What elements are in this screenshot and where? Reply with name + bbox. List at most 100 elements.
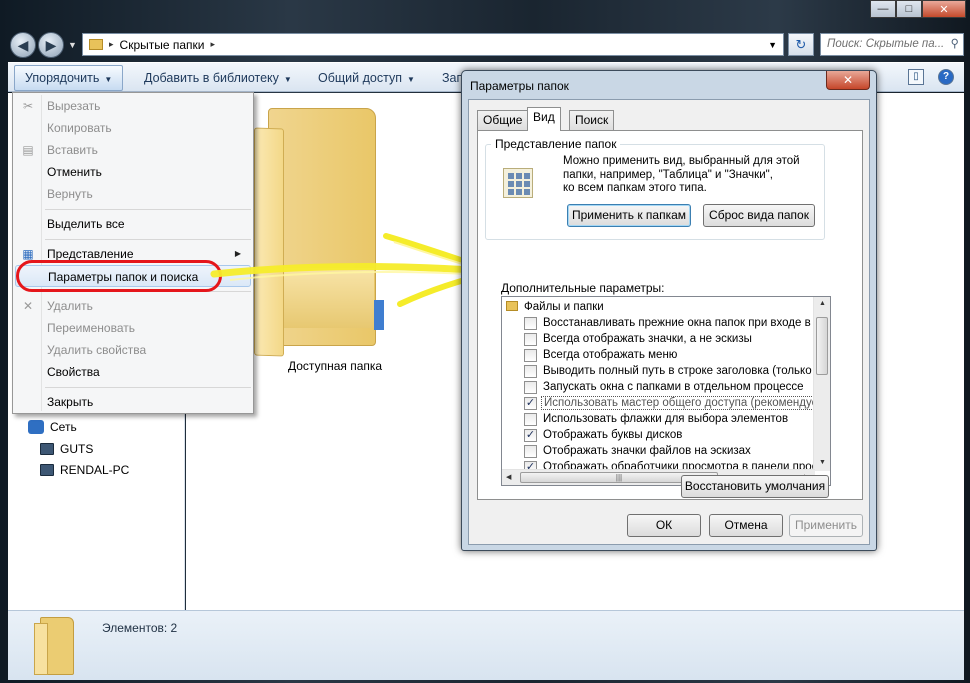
dialog-body: Общие Вид Поиск Представление папок Можн… (468, 99, 870, 545)
help-icon[interactable]: ? (938, 69, 954, 85)
option-checkbox-checked[interactable]: ✓ (524, 429, 537, 442)
details-pane: Элементов: 2 (8, 610, 964, 680)
library-label: Добавить в библиотеку (144, 71, 279, 85)
option-checkbox[interactable] (524, 413, 537, 426)
option-label: Восстанавливать прежние окна папок при в… (543, 317, 820, 329)
chevron-down-icon: ▼ (104, 75, 113, 84)
option-checkbox[interactable] (524, 445, 537, 458)
refresh-button[interactable]: ↻ (788, 33, 814, 56)
option-row[interactable]: Восстанавливать прежние окна папок при в… (524, 315, 820, 331)
option-label: Использовать флажки для выбора элементов (543, 413, 789, 425)
search-input[interactable]: Поиск: Скрытые па... ⚲ (820, 33, 964, 56)
address-row: ◀ ▶ ▼ ▸ Скрытые папки ▸ ▼ ↻ Поиск: Скрыт… (8, 30, 964, 60)
address-dropdown-icon[interactable]: ▼ (768, 40, 777, 50)
option-row[interactable]: Использовать флажки для выбора элементов (524, 411, 788, 427)
vertical-scroll-thumb[interactable] (816, 317, 828, 375)
folder-icon (34, 617, 74, 675)
clipboard-icon: ▤ (22, 143, 34, 157)
layout-icon: ▦ (22, 247, 34, 261)
minimize-button[interactable]: — (870, 0, 896, 18)
cancel-button[interactable]: Отмена (709, 514, 783, 537)
menu-item-copy[interactable]: Копировать (15, 117, 251, 139)
menu-item-undo[interactable]: Отменить (15, 161, 251, 183)
share-label: Общий доступ (318, 71, 402, 85)
apply-to-folders-button[interactable]: Применить к папкам (567, 204, 691, 227)
tree-root-label: Файлы и папки (524, 301, 604, 313)
menu-item-paste[interactable]: ▤ Вставить (15, 139, 251, 161)
back-button[interactable]: ◀ (10, 32, 36, 58)
folder-icon (506, 301, 518, 311)
reset-folders-button[interactable]: Сброс вида папок (703, 204, 815, 227)
organize-label: Упорядочить (25, 71, 100, 85)
menu-item-cut[interactable]: ✂ Вырезать (15, 95, 251, 117)
tree-root-item[interactable]: Файлы и папки (506, 299, 604, 315)
nav-item-network[interactable]: Сеть (28, 420, 77, 434)
menu-item-label: Удалить свойства (47, 343, 147, 357)
option-row[interactable]: Выводить полный путь в строке заголовка … (524, 363, 822, 379)
recent-pages-dropdown[interactable]: ▼ (68, 40, 77, 50)
menu-item-label: Выделить все (47, 217, 125, 231)
option-label: Всегда отображать меню (543, 349, 678, 361)
option-checkbox[interactable] (524, 333, 537, 346)
option-checkbox[interactable] (524, 317, 537, 330)
nav-pc-label: GUTS (60, 442, 94, 456)
nav-item-pc[interactable]: GUTS (40, 442, 93, 456)
advanced-settings-label: Дополнительные параметры: (501, 281, 665, 295)
tab-general[interactable]: Общие (477, 110, 529, 130)
nav-pc-label: RENDAL-PC (60, 463, 130, 477)
option-row-selected[interactable]: ✓ Использовать мастер общего доступа (рек… (524, 395, 830, 411)
search-placeholder: Поиск: Скрытые па... (827, 38, 945, 50)
option-row[interactable]: Всегда отображать значки, а не эскизы (524, 331, 752, 347)
apply-button[interactable]: Применить (789, 514, 863, 537)
option-checkbox-checked[interactable]: ✓ (524, 397, 537, 410)
menu-item-close[interactable]: Закрыть (15, 391, 251, 413)
option-row[interactable]: ✓ Отображать буквы дисков (524, 427, 682, 443)
menu-separator (45, 387, 251, 388)
advanced-settings-list[interactable]: Файлы и папки Восстанавливать прежние ок… (501, 296, 831, 486)
menu-item-rename[interactable]: Переименовать (15, 317, 251, 339)
option-row[interactable]: Запускать окна с папками в отдельном про… (524, 379, 804, 395)
option-checkbox[interactable] (524, 365, 537, 378)
preview-pane-icon[interactable]: ▯ (908, 69, 924, 85)
menu-item-remove-properties[interactable]: Удалить свойства (15, 339, 251, 361)
scroll-left-icon[interactable]: ◀ (506, 473, 511, 481)
scroll-down-icon[interactable]: ▼ (819, 459, 826, 466)
menu-item-redo[interactable]: Вернуть (15, 183, 251, 205)
add-to-library-button[interactable]: Добавить в библиотеку ▼ (134, 63, 302, 93)
menu-separator (45, 209, 251, 210)
ok-button[interactable]: ОК (627, 514, 701, 537)
folder-views-icon (503, 168, 533, 198)
tab-view[interactable]: Вид (527, 107, 561, 131)
forward-button[interactable]: ▶ (38, 32, 64, 58)
items-count: Элементов: 2 (102, 621, 178, 635)
maximize-button[interactable]: □ (896, 0, 922, 18)
menu-item-label: Свойства (47, 365, 100, 379)
option-row[interactable]: Всегда отображать меню (524, 347, 677, 363)
option-row[interactable]: Отображать значки файлов на эскизах (524, 443, 751, 459)
vertical-scrollbar[interactable]: ▲ ▼ (813, 297, 830, 471)
close-button[interactable]: ✕ (922, 0, 966, 18)
restore-defaults-button[interactable]: Восстановить умолчания (681, 475, 829, 498)
search-icon: ⚲ (950, 38, 959, 50)
option-checkbox[interactable] (524, 349, 537, 362)
breadcrumb-current[interactable]: Скрытые папки (120, 38, 205, 52)
option-label: Отображать значки файлов на эскизах (543, 445, 751, 457)
option-label: Всегда отображать значки, а не эскизы (543, 333, 752, 345)
option-label: Отображать буквы дисков (543, 429, 683, 441)
nav-item-pc[interactable]: RENDAL-PC (40, 463, 129, 477)
dialog-close-button[interactable]: ✕ (826, 71, 870, 90)
menu-item-properties[interactable]: Свойства (15, 361, 251, 383)
address-bar[interactable]: ▸ Скрытые папки ▸ ▼ (82, 33, 784, 56)
option-checkbox[interactable] (524, 381, 537, 394)
organize-button[interactable]: Упорядочить ▼ (14, 65, 124, 91)
breadcrumb-separator[interactable]: ▸ (109, 39, 114, 50)
description-line: Можно применить вид, выбранный для этой (563, 155, 800, 167)
menu-item-label: Представление (47, 247, 134, 261)
folder-item-label[interactable]: Доступная папка (288, 359, 382, 373)
share-button[interactable]: Общий доступ ▼ (308, 63, 425, 93)
scroll-up-icon[interactable]: ▲ (819, 300, 826, 307)
back-arrow-icon: ◀ (17, 36, 29, 53)
tab-search[interactable]: Поиск (569, 110, 615, 130)
computer-icon (40, 443, 54, 455)
breadcrumb-separator-end[interactable]: ▸ (211, 39, 216, 50)
